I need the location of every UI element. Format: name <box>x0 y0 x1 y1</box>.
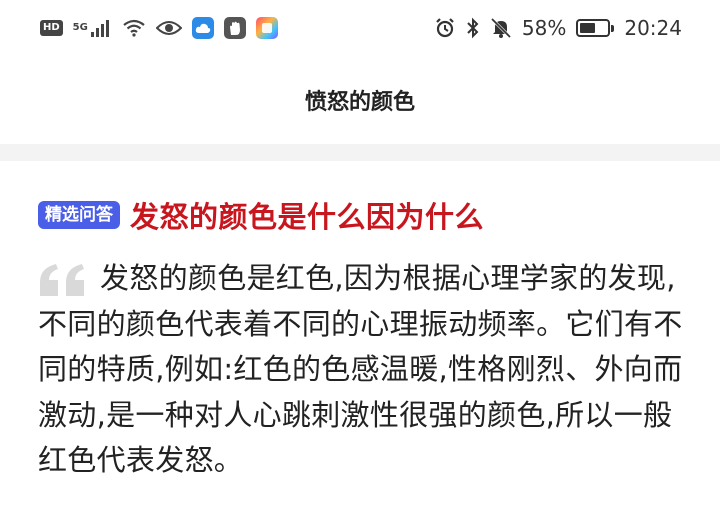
wifi-icon <box>122 19 146 37</box>
battery-level <box>580 23 596 33</box>
page-title: 愤怒的颜色 <box>304 90 415 115</box>
section-divider <box>0 144 720 161</box>
eye-icon <box>155 19 182 37</box>
battery-icon <box>576 19 615 37</box>
question-title[interactable]: 发怒的颜色是什么因为什么 <box>130 194 484 236</box>
bluetooth-icon <box>466 17 480 39</box>
status-right: 58% 20:24 <box>434 16 682 40</box>
network-label: 5G <box>72 22 88 33</box>
quote-mark-icon <box>40 264 84 296</box>
status-left: HD 5G <box>40 17 278 39</box>
colorful-app-icon <box>255 17 278 39</box>
status-bar: HD 5G 58% 20:24 <box>0 0 720 56</box>
cloud-app-icon <box>191 17 214 39</box>
hand-app-icon <box>223 17 246 39</box>
alarm-icon <box>434 17 456 39</box>
answer-block: 发怒的颜色是红色,因为根据心理学家的发现,不同的颜色代表着不同的心理振动频率。它… <box>38 256 688 484</box>
mute-icon <box>490 17 512 39</box>
qa-card: 精选问答 发怒的颜色是什么因为什么 发怒的颜色是红色,因为根据心理学家的发现,不… <box>38 190 688 484</box>
hd-icon: HD <box>40 20 63 36</box>
answer-text: 发怒的颜色是红色,因为根据心理学家的发现,不同的颜色代表着不同的心理振动频率。它… <box>38 261 683 477</box>
clock: 20:24 <box>624 16 682 40</box>
5g-signal-icon: 5G <box>73 19 112 37</box>
nav-bar: 愤怒的颜色 <box>0 56 720 144</box>
featured-qa-badge: 精选问答 <box>38 201 120 229</box>
battery-percent: 58% <box>521 16 567 40</box>
question-row[interactable]: 精选问答 发怒的颜色是什么因为什么 <box>38 190 688 240</box>
